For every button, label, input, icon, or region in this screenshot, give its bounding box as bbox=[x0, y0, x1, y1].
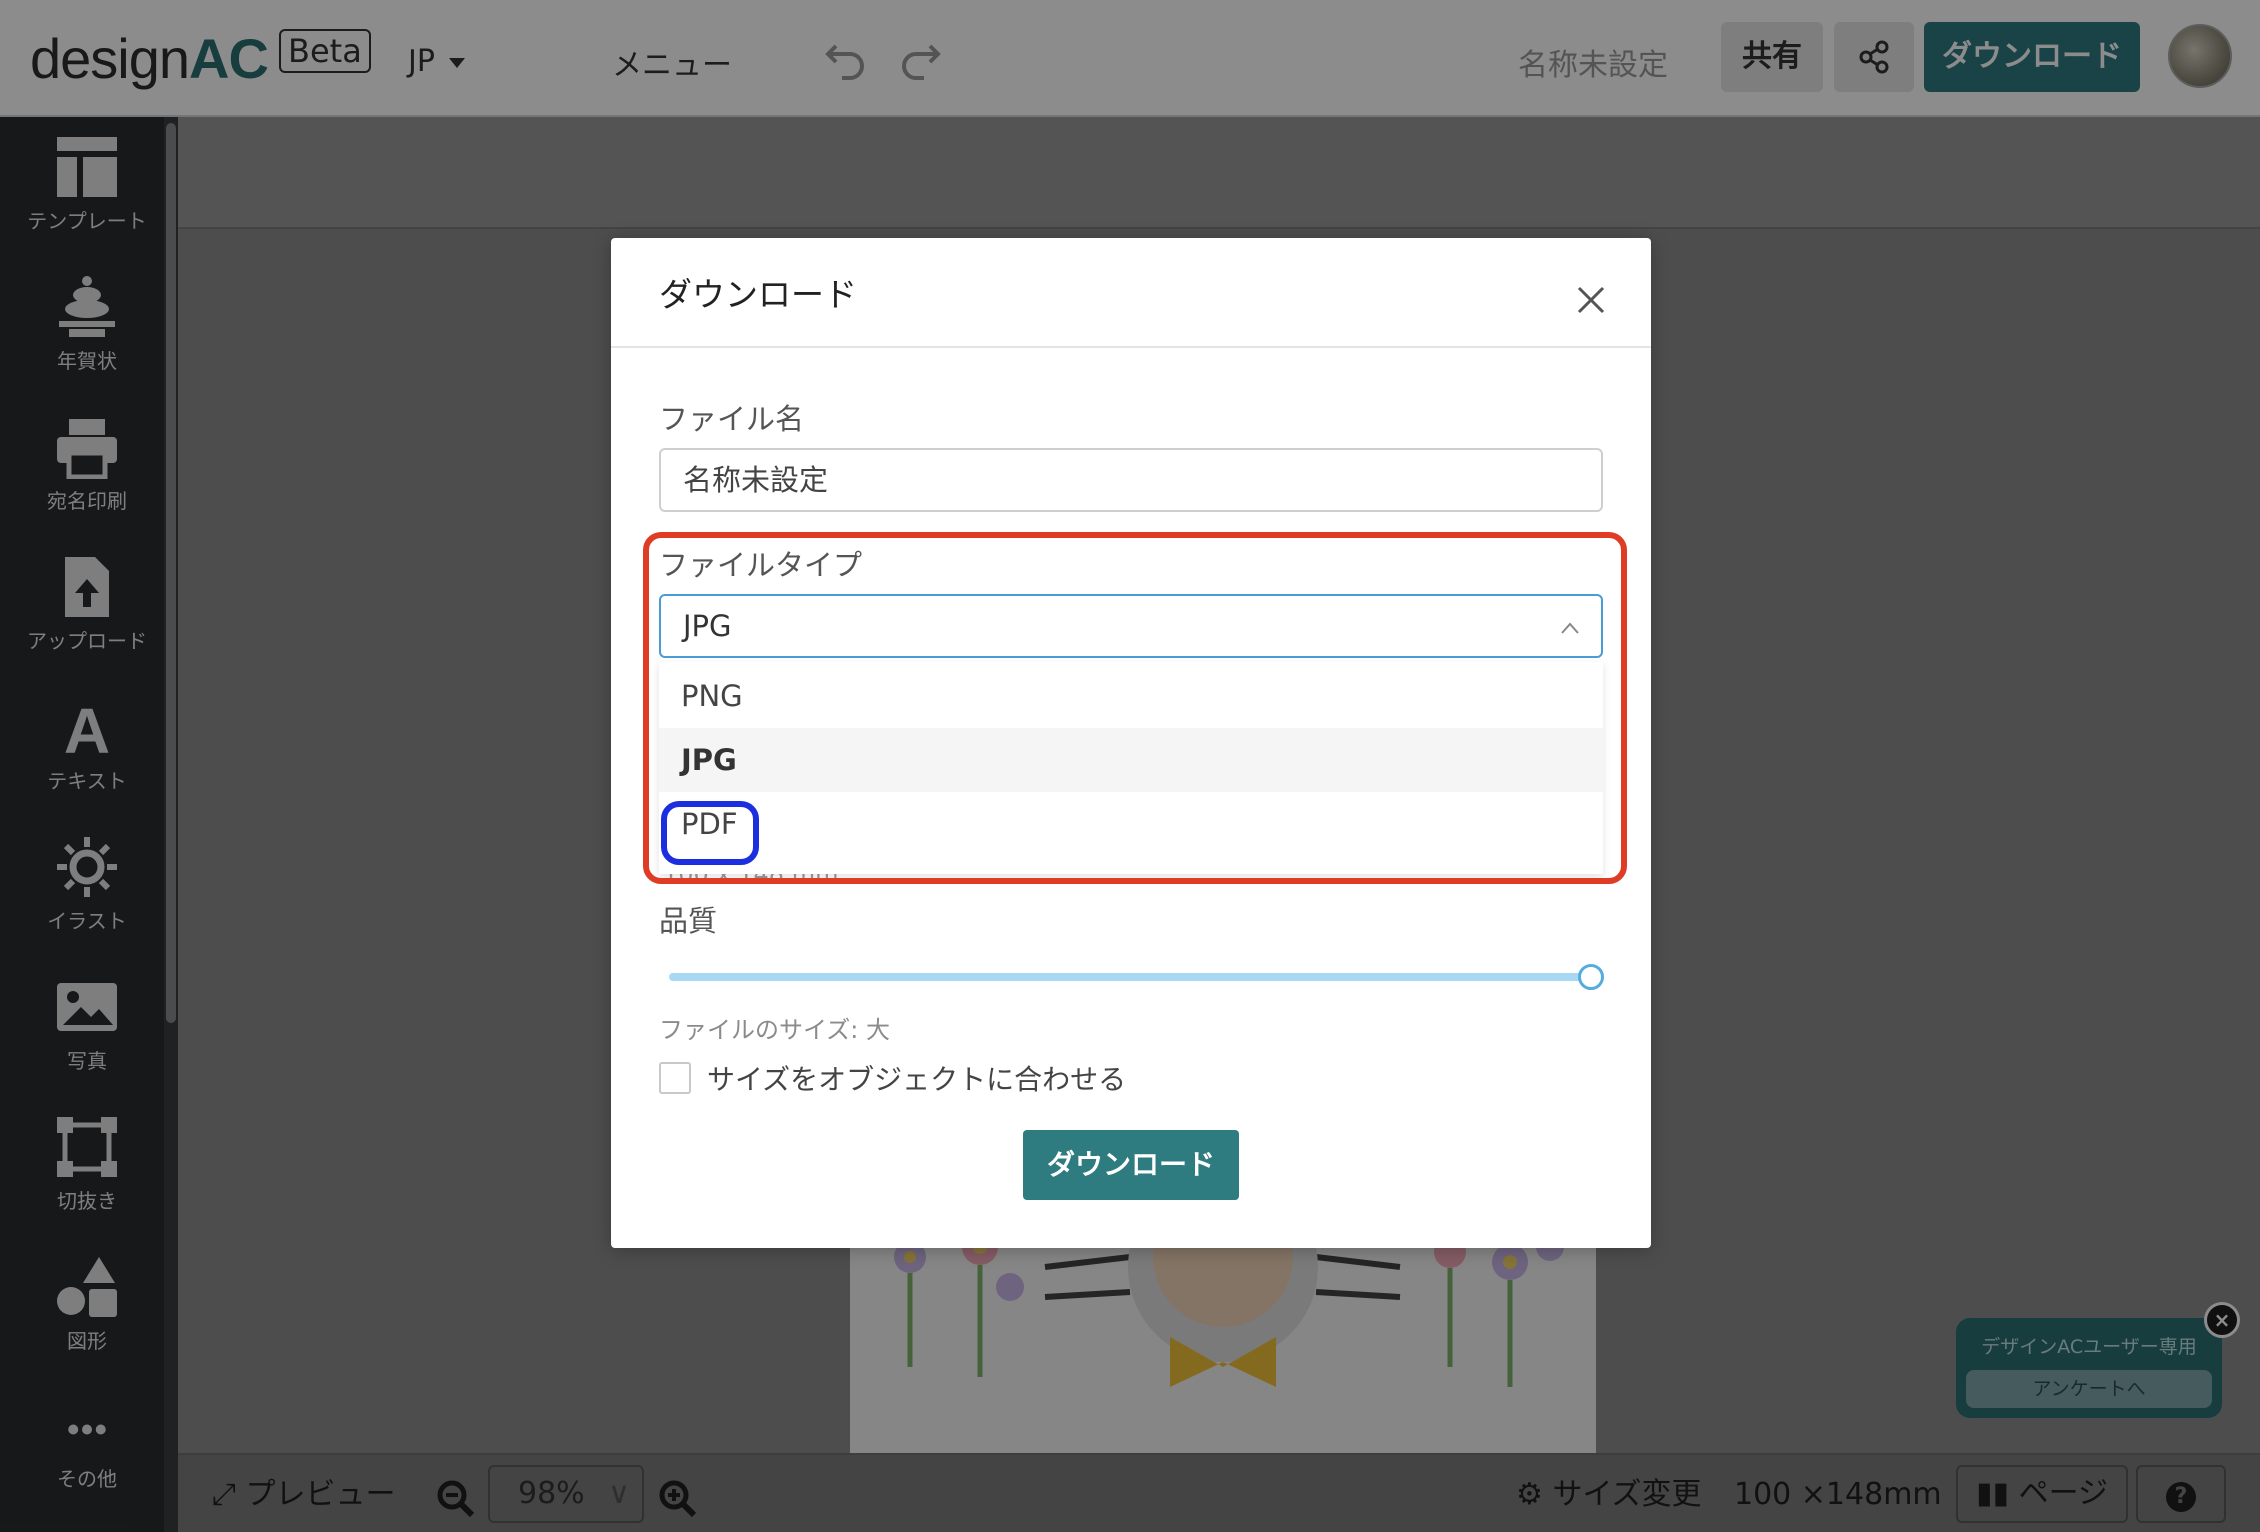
quality-slider-thumb[interactable] bbox=[1578, 964, 1604, 990]
highlight-red-box bbox=[643, 532, 1627, 884]
file-size-note: ファイルのサイズ: 大 bbox=[659, 1016, 890, 1044]
download-modal: ダウンロード ファイル名 名称未設定 ファイルタイプ JPG 100 x 148… bbox=[611, 238, 1651, 1248]
modal-title: ダウンロード bbox=[659, 275, 857, 314]
fit-object-checkbox[interactable] bbox=[659, 1062, 691, 1094]
close-icon[interactable] bbox=[1571, 280, 1611, 320]
quality-label: 品質 bbox=[659, 904, 718, 938]
filename-input[interactable]: 名称未設定 bbox=[659, 448, 1603, 512]
modal-divider bbox=[611, 346, 1651, 348]
fit-object-label[interactable]: サイズをオブジェクトに合わせる bbox=[707, 1058, 1126, 1098]
filename-label: ファイル名 bbox=[659, 402, 805, 436]
quality-slider-track[interactable] bbox=[669, 973, 1591, 981]
highlight-blue-box bbox=[661, 801, 759, 865]
download-button[interactable]: ダウンロード bbox=[1023, 1130, 1239, 1200]
